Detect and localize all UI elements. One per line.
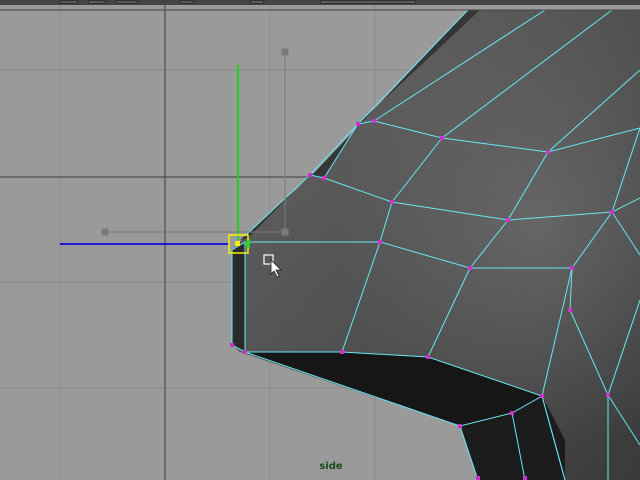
toolbar-button-active[interactable]: [116, 0, 138, 4]
vertex: [540, 394, 544, 398]
mesh-side-face: [232, 242, 245, 352]
vertex: [322, 176, 326, 180]
toolbar-button[interactable]: [88, 0, 106, 4]
camera-label: side: [319, 461, 343, 472]
vertex: [390, 200, 394, 204]
vertex: [468, 266, 472, 270]
vertex: [378, 240, 382, 244]
manipulator-plane-guides: [101, 48, 289, 236]
toolbar-button[interactable]: [180, 0, 194, 4]
side-viewport[interactable]: [0, 0, 640, 480]
vertex: [230, 343, 234, 347]
vertex: [568, 308, 572, 312]
vertex: [510, 411, 514, 415]
toolbar-strip: [0, 0, 640, 5]
vertex: [570, 266, 574, 270]
vertex: [426, 355, 430, 359]
vertex: [440, 136, 444, 140]
vertex: [476, 476, 480, 480]
vertex: [546, 150, 550, 154]
toolbar-button[interactable]: [250, 0, 264, 4]
vertex: [523, 476, 527, 480]
vertex: [308, 173, 312, 177]
move-manipulator[interactable]: [60, 48, 289, 254]
toolbar-button[interactable]: [60, 0, 78, 4]
vertex: [610, 210, 614, 214]
vertex: [606, 393, 610, 397]
selected-vertex[interactable]: [235, 241, 240, 246]
vertex: [340, 350, 344, 354]
vertex: [243, 350, 247, 354]
toolbar-field[interactable]: [320, 0, 416, 4]
vertex: [458, 424, 462, 428]
vertex: [356, 122, 360, 126]
vertex: [506, 218, 510, 222]
vertex: [372, 119, 376, 123]
